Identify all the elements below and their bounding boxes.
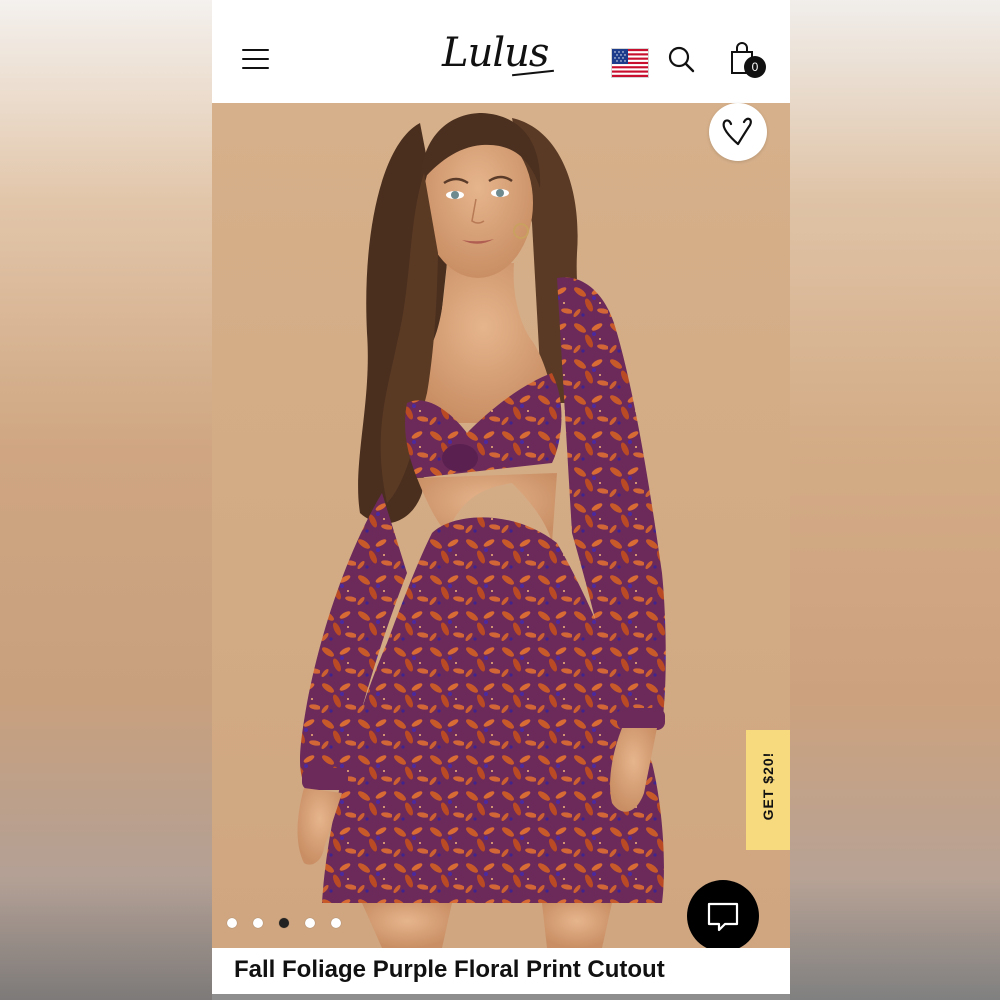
- product-image[interactable]: [212, 103, 790, 948]
- heart-icon[interactable]: [709, 103, 767, 161]
- carousel-dot-active[interactable]: [279, 918, 289, 928]
- chat-icon[interactable]: [687, 880, 759, 952]
- cart-count-badge: 0: [744, 56, 766, 78]
- carousel-dot[interactable]: [227, 918, 237, 928]
- carousel-dot[interactable]: [331, 918, 341, 928]
- phone-screen: Lulus 0 GET $20! Fall Foliage Purple Flo…: [212, 0, 790, 1000]
- promo-tab[interactable]: GET $20!: [746, 730, 790, 850]
- site-header: Lulus 0: [212, 0, 790, 103]
- us-flag-icon[interactable]: [611, 48, 649, 78]
- carousel-dots: [227, 918, 341, 930]
- carousel-dot[interactable]: [253, 918, 263, 928]
- bottom-strip: [212, 994, 790, 1000]
- product-title: Fall Foliage Purple Floral Print Cutout: [234, 956, 665, 983]
- background-blur-right: [790, 0, 1000, 1000]
- hamburger-icon[interactable]: [242, 49, 269, 69]
- logo[interactable]: Lulus: [442, 30, 549, 76]
- carousel-dot[interactable]: [305, 918, 315, 928]
- background-blur-left: [0, 0, 212, 1000]
- search-icon[interactable]: [667, 45, 697, 75]
- promo-label: GET $20!: [760, 751, 776, 821]
